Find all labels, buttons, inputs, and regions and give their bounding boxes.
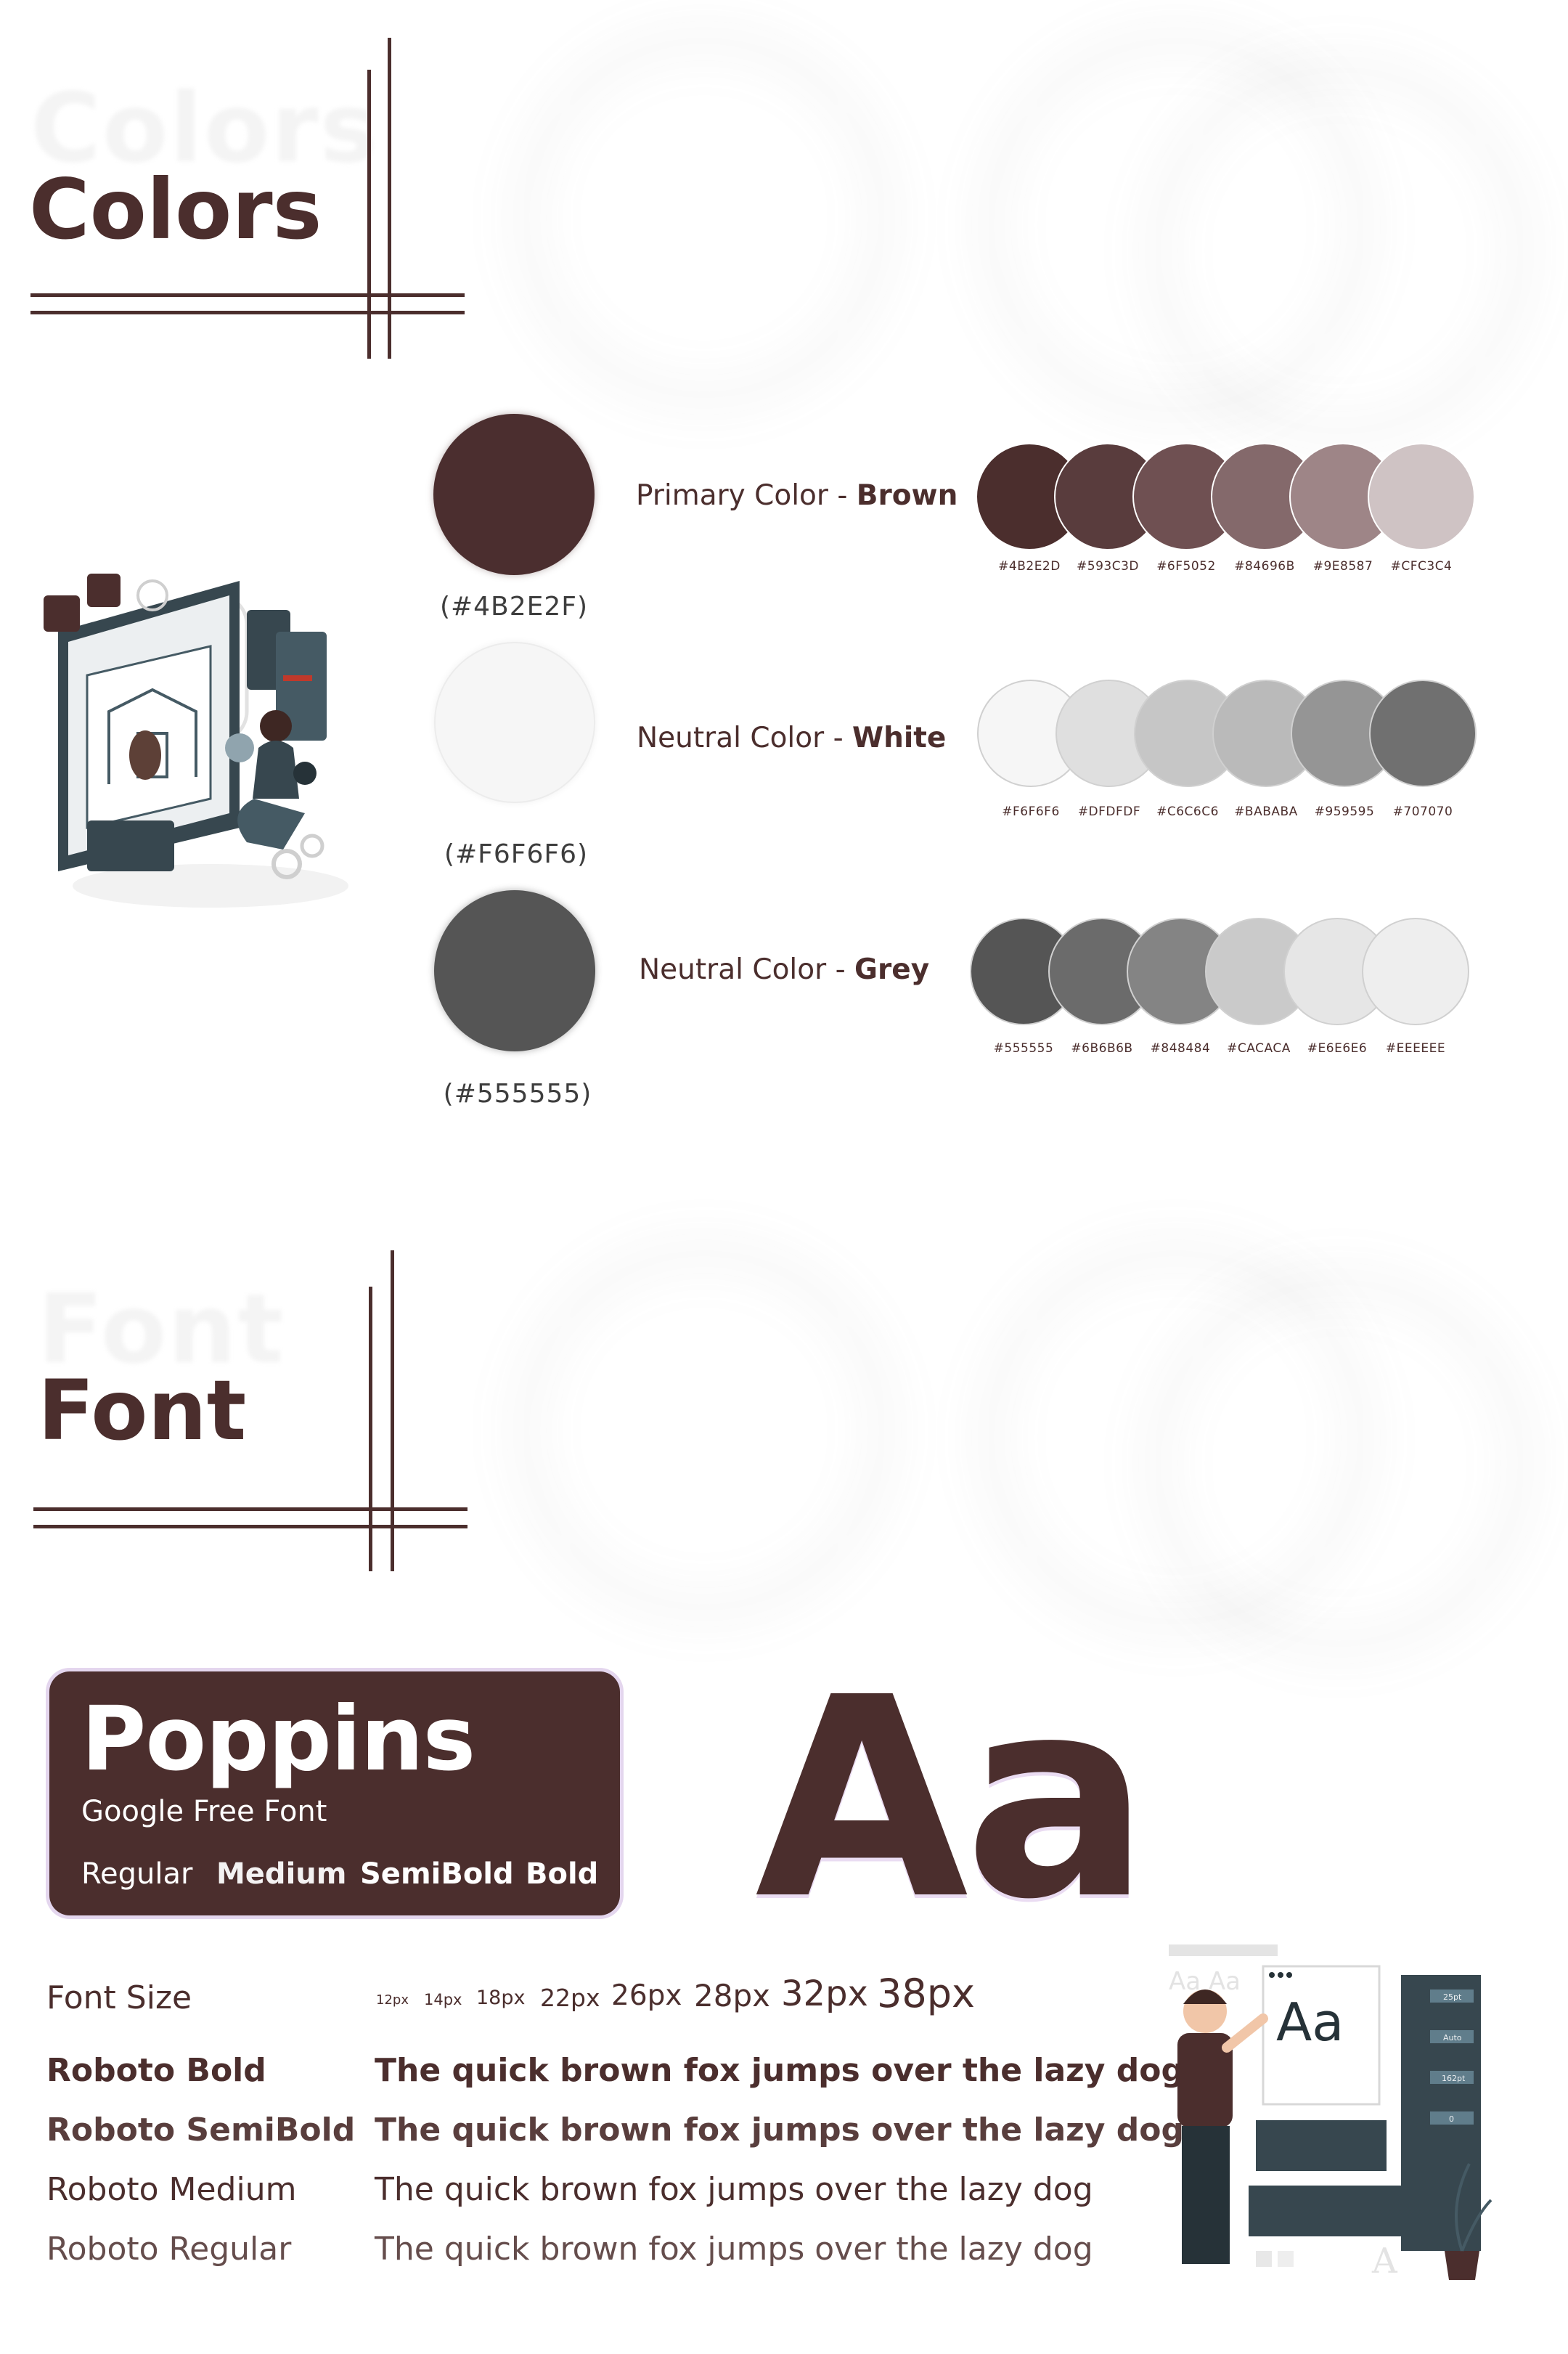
- label-prefix: Primary Color -: [636, 479, 857, 512]
- font-title-rule: [33, 1507, 467, 1511]
- style-name-regular: Roboto Regular: [46, 2231, 292, 2268]
- designer-panel-value: 0: [1449, 2114, 1454, 2124]
- color-swatch-code: #84696B: [1234, 559, 1295, 574]
- weight-regular: Regular: [81, 1857, 193, 1891]
- font-family-name: Poppins: [81, 1687, 475, 1791]
- font-size-sample: 26px: [611, 1979, 682, 2012]
- color-swatch-code: #9E8587: [1312, 559, 1373, 574]
- color-swatch-code: #CACACA: [1227, 1041, 1291, 1056]
- sample-glyph: Aa: [755, 1638, 1151, 1960]
- color-swatch-code: #848484: [1150, 1041, 1211, 1056]
- designer-illustration: [44, 574, 348, 908]
- color-swatch-code: #EEEEEE: [1385, 1041, 1446, 1056]
- color-swatch-code: #DFDFDF: [1077, 805, 1141, 819]
- font-family-subtitle: Google Free Font: [81, 1795, 327, 1828]
- font-title-rule: [33, 1525, 467, 1528]
- primary-brown-label: Primary Color - Brown: [636, 479, 957, 512]
- color-swatch-code: #BABABA: [1234, 805, 1298, 819]
- label-name: Brown: [856, 479, 958, 512]
- font-size-sample: 38px: [877, 1971, 975, 2016]
- primary-brown-circle: [433, 414, 595, 575]
- pangram-bold: The quick brown fox jumps over the lazy …: [375, 2052, 1184, 2089]
- color-swatch: [1368, 443, 1475, 550]
- font-title: Font: [38, 1362, 247, 1459]
- colors-title-rule: [30, 311, 465, 314]
- color-swatch-code: #555555: [993, 1041, 1054, 1056]
- color-swatch: [1362, 918, 1469, 1025]
- color-swatch-code: #707070: [1392, 805, 1453, 819]
- neutral-white-code: (#F6F6F6): [444, 839, 589, 869]
- colors-title-rule: [30, 293, 465, 297]
- label-name: White: [852, 722, 947, 754]
- neutral-white-circle: [434, 642, 595, 803]
- color-swatch-code: #C6C6C6: [1156, 805, 1219, 819]
- font-family-card: Poppins Google Free Font Regular Medium …: [49, 1671, 620, 1915]
- font-title-rule: [369, 1287, 372, 1571]
- neutral-grey-circle: [434, 890, 595, 1051]
- color-swatch-code: #959595: [1314, 805, 1375, 819]
- style-name-bold: Roboto Bold: [46, 2052, 266, 2089]
- font-size-sample: 32px: [781, 1974, 868, 2014]
- weight-semibold: SemiBold: [360, 1857, 514, 1891]
- weight-medium: Medium: [216, 1857, 347, 1891]
- font-size-sample: 18px: [476, 1987, 526, 2009]
- decor-blur-ring: [1132, 1256, 1546, 1670]
- style-name-semibold: Roboto SemiBold: [46, 2111, 356, 2149]
- colors-title-rule: [388, 38, 391, 359]
- svg-text:A: A: [1371, 2241, 1398, 2280]
- pangram-medium: The quick brown fox jumps over the lazy …: [375, 2171, 1093, 2208]
- decor-blur-ring: [501, 15, 907, 421]
- font-title-rule: [391, 1250, 394, 1571]
- color-swatch-code: #E6E6E6: [1307, 1041, 1368, 1056]
- font-size-sample: 14px: [424, 1991, 462, 2008]
- decor-blur-ring: [501, 1227, 907, 1634]
- font-size-sample: 22px: [540, 1984, 600, 2012]
- label-prefix: Neutral Color -: [639, 953, 855, 986]
- decor-blur-ring: [1132, 44, 1546, 457]
- color-swatch-code: #593C3D: [1077, 559, 1139, 574]
- neutral-white-label: Neutral Color - White: [637, 722, 946, 754]
- primary-brown-code: (#4B2E2F): [439, 592, 589, 622]
- font-size-label: Font Size: [46, 1979, 192, 2016]
- typography-illustration: Aa Aa Aa 25pt Auto 162pt 0 A: [1169, 1944, 1493, 2280]
- style-name-medium: Roboto Medium: [46, 2171, 297, 2208]
- color-swatch: [1369, 680, 1477, 787]
- color-swatch-code: #CFC3C4: [1390, 559, 1453, 574]
- label-name: Grey: [854, 953, 930, 986]
- colors-title-rule: [367, 70, 371, 359]
- font-size-sample: 28px: [694, 1978, 770, 2013]
- pangram-regular: The quick brown fox jumps over the lazy …: [375, 2231, 1093, 2268]
- label-prefix: Neutral Color -: [637, 722, 853, 754]
- designer-glyph: Aa: [1276, 1992, 1344, 2053]
- color-swatch-code: #4B2E2D: [998, 559, 1061, 574]
- colors-title: Colors: [29, 161, 322, 258]
- designer-panel-value: 25pt: [1443, 1992, 1462, 2002]
- weight-bold: Bold: [526, 1857, 599, 1891]
- pangram-semibold: The quick brown fox jumps over the lazy …: [375, 2111, 1184, 2149]
- neutral-grey-label: Neutral Color - Grey: [639, 953, 929, 986]
- designer-panel-value: 162pt: [1442, 2074, 1466, 2083]
- color-swatch-code: #6B6B6B: [1071, 1041, 1133, 1056]
- font-size-sample: 12px: [376, 1992, 409, 2008]
- color-swatch-code: #F6F6F6: [1002, 805, 1060, 819]
- designer-panel-value: Auto: [1443, 2033, 1462, 2043]
- neutral-grey-code: (#555555): [443, 1079, 592, 1109]
- color-swatch-code: #6F5052: [1156, 559, 1216, 574]
